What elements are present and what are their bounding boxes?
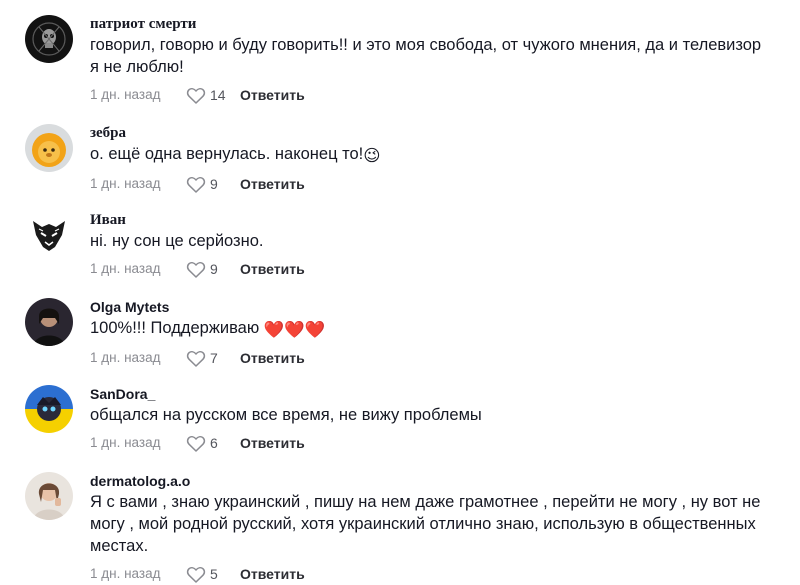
comment-meta: 1 дн. назад 6 Ответить	[90, 432, 770, 454]
comment-username[interactable]: зебра	[90, 124, 770, 142]
avatar[interactable]	[25, 385, 73, 433]
comment-username[interactable]: dermatolog.a.o	[90, 472, 770, 490]
reply-button[interactable]: Ответить	[240, 87, 305, 103]
like-button[interactable]: 5	[186, 563, 218, 585]
comment-text: общался на русском все время, не вижу пр…	[90, 406, 482, 424]
like-count: 9	[210, 261, 218, 277]
wink-emoji: 😉	[363, 147, 381, 165]
comment-text: говорил, говорю и буду говорить!! и это …	[90, 36, 762, 76]
avatar[interactable]	[25, 211, 73, 259]
comment-text: о. ещё одна вернулась. наконец то!😉	[90, 143, 770, 167]
heart-outline-icon	[186, 435, 206, 452]
comment-text: 100%!!! Поддерживаю ❤️❤️❤️	[90, 317, 770, 341]
comment-time: 1 дн. назад	[90, 435, 161, 450]
heart-outline-icon	[186, 261, 206, 278]
hearts-emoji: ❤️❤️❤️	[263, 321, 326, 339]
comment-time: 1 дн. назад	[90, 87, 161, 102]
comment-text: ні. ну сон це серйозно.	[90, 232, 264, 250]
dark-skull-avatar-icon	[25, 15, 73, 63]
heart-outline-icon	[186, 566, 206, 583]
comment-username[interactable]: патриот смерти	[90, 15, 770, 33]
like-count: 6	[210, 435, 218, 451]
like-button[interactable]: 6	[186, 432, 218, 454]
comment-username[interactable]: SanDora_	[90, 385, 770, 403]
comment-meta: 1 дн. назад 5 Ответить	[90, 563, 770, 585]
comment-text-content: о. ещё одна вернулась. наконец то!	[90, 145, 364, 163]
comment-time: 1 дн. назад	[90, 566, 161, 581]
like-button[interactable]: 9	[186, 173, 218, 195]
comment-username[interactable]: Olga Mytets	[90, 298, 770, 316]
woman-portrait-avatar-icon	[25, 472, 73, 520]
comment-time: 1 дн. назад	[90, 350, 161, 365]
avatar[interactable]	[25, 15, 73, 63]
heart-outline-icon	[186, 176, 206, 193]
reply-button[interactable]: Ответить	[240, 176, 305, 192]
comment-username[interactable]: Иван	[90, 211, 770, 229]
comment-time: 1 дн. назад	[90, 261, 161, 276]
comment-feed: патриот смерти говорил, говорю и буду го…	[0, 0, 800, 583]
comment-text: Я с вами , знаю украинский , пишу на нем…	[90, 493, 761, 555]
wolf-tribal-avatar-icon	[25, 211, 73, 259]
blue-yellow-anime-avatar-icon	[25, 385, 73, 433]
comment-meta: 1 дн. назад 9 Ответить	[90, 173, 770, 195]
like-button[interactable]: 7	[186, 347, 218, 369]
heart-outline-icon	[186, 87, 206, 104]
avatar[interactable]	[25, 472, 73, 520]
comment-meta: 1 дн. назад 7 Ответить	[90, 347, 770, 369]
like-count: 7	[210, 350, 218, 366]
reply-button[interactable]: Ответить	[240, 566, 305, 582]
like-count: 14	[210, 87, 226, 103]
avatar[interactable]	[25, 298, 73, 346]
like-count: 9	[210, 176, 218, 192]
avatar[interactable]	[25, 124, 73, 172]
comment-time: 1 дн. назад	[90, 176, 161, 191]
like-button[interactable]: 14	[186, 84, 226, 106]
heart-outline-icon	[186, 350, 206, 367]
comment-text-content: 100%!!! Поддерживаю	[90, 319, 260, 337]
reply-button[interactable]: Ответить	[240, 350, 305, 366]
like-button[interactable]: 9	[186, 258, 218, 280]
like-count: 5	[210, 566, 218, 582]
comment-meta: 1 дн. назад 9 Ответить	[90, 258, 770, 280]
dark-portrait-avatar-icon	[25, 298, 73, 346]
reply-button[interactable]: Ответить	[240, 435, 305, 451]
comment-meta: 1 дн. назад 14 Ответить	[90, 84, 770, 106]
orange-plush-avatar-icon	[25, 124, 73, 172]
reply-button[interactable]: Ответить	[240, 261, 305, 277]
